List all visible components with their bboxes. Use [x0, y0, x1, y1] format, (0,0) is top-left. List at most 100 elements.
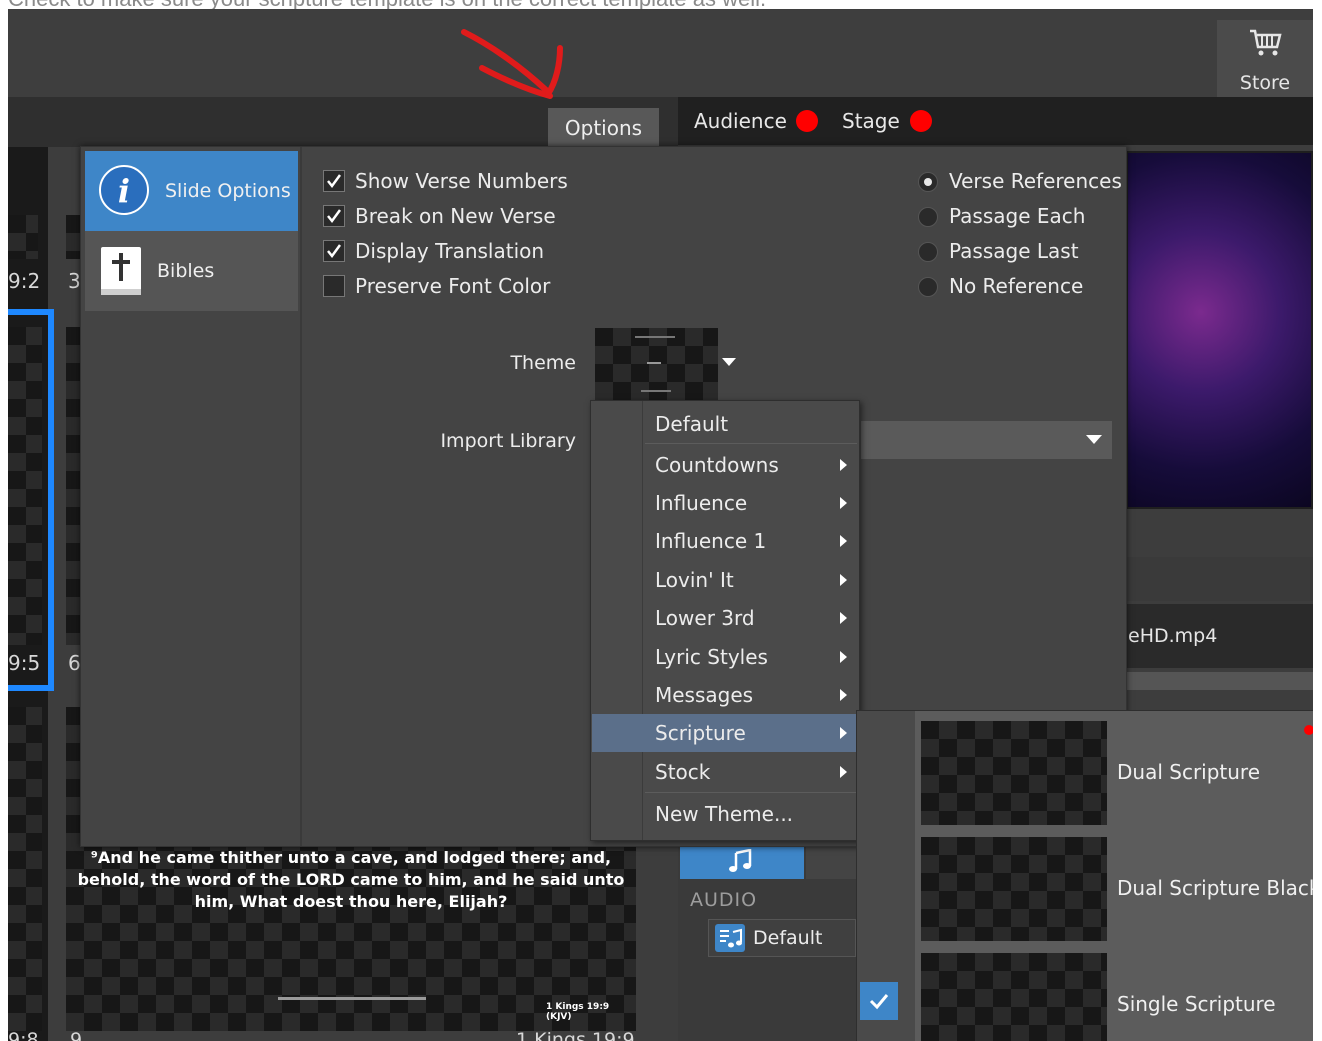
menu-item-countdowns[interactable]: Countdowns	[592, 446, 858, 484]
display-translation-label: Display Translation	[355, 239, 545, 263]
chevron-right-icon	[840, 459, 847, 471]
sidebar-item-slide-options[interactable]: i Slide Options	[85, 151, 298, 231]
playlist-icon	[715, 924, 745, 952]
tab-stage[interactable]: Stage	[842, 97, 900, 145]
menu-item-lovin-it[interactable]: Lovin' It	[592, 561, 858, 599]
submenu-item-label: Single Scripture	[1117, 992, 1276, 1016]
no-reference-label: No Reference	[949, 274, 1084, 298]
no-reference-radio[interactable]	[918, 277, 938, 297]
audio-section-title: AUDIO	[690, 889, 758, 911]
sidebar-item-label: Bibles	[157, 260, 215, 282]
chevron-down-icon	[1086, 435, 1102, 444]
theme-thumbnail	[921, 953, 1107, 1041]
submenu-item-dual-scripture-black[interactable]: Dual Scripture Black T	[915, 831, 1313, 945]
menu-item-influence-1[interactable]: Influence 1	[592, 522, 858, 560]
tab-audience[interactable]: Audience	[694, 97, 787, 145]
break-on-new-verse-checkbox[interactable]	[323, 205, 345, 227]
checkmark-icon	[327, 244, 342, 259]
video-preview-frame	[1126, 151, 1313, 509]
cart-icon	[1250, 29, 1282, 56]
theme-label: Theme	[510, 352, 576, 374]
chevron-right-icon	[840, 651, 847, 663]
svg-text:i: i	[118, 172, 130, 210]
sidebar-item-bibles[interactable]: Bibles	[85, 231, 298, 311]
audio-default-label: Default	[753, 927, 823, 949]
submenu-item-single-scripture[interactable]: Single Scripture	[915, 947, 1313, 1041]
preserve-font-color-checkbox[interactable]	[323, 275, 345, 297]
audio-panel: AUDIO Default	[678, 841, 856, 1041]
verse-references-label: Verse References	[949, 169, 1122, 193]
passage-each-radio[interactable]	[918, 207, 938, 227]
checkmark-icon	[869, 994, 889, 1010]
submenu-item-dual-scripture[interactable]: Dual Scripture	[915, 715, 1313, 829]
options-button[interactable]: Options	[548, 108, 659, 148]
theme-thumbnail	[921, 721, 1107, 825]
media-scrollbar[interactable]	[1126, 672, 1313, 690]
audience-live-dot	[796, 110, 818, 132]
chevron-right-icon	[840, 689, 847, 701]
passage-last-label: Passage Last	[949, 239, 1079, 263]
slide-number: 9:5	[8, 651, 41, 675]
music-note-icon	[729, 849, 752, 872]
slide-thumbnail[interactable]	[66, 327, 80, 645]
passage-each-label: Passage Each	[949, 204, 1086, 228]
slide-number: 3	[68, 269, 81, 293]
slide-thumbnail[interactable]	[8, 215, 38, 259]
menu-item-lyric-styles[interactable]: Lyric Styles	[592, 638, 858, 676]
slide-thumbnail[interactable]	[8, 327, 42, 645]
submenu-item-label: Dual Scripture	[1117, 760, 1261, 784]
chevron-down-icon[interactable]	[722, 358, 736, 366]
slide-reference: 1 Kings 19:9 (KJV)	[546, 1002, 610, 1022]
output-tabs: Audience Stage	[678, 97, 1313, 145]
store-label: Store	[1239, 72, 1291, 94]
slide-thumbnail[interactable]	[66, 215, 80, 259]
slide-number: 6	[68, 651, 81, 675]
theme-thumbnail	[921, 837, 1107, 941]
show-verse-numbers-label: Show Verse Numbers	[355, 169, 568, 193]
menu-item-messages[interactable]: Messages	[592, 676, 858, 714]
import-library-select[interactable]	[861, 421, 1112, 459]
theme-dropdown-menu: Default Countdowns Influence Influence 1…	[590, 400, 860, 841]
chevron-right-icon	[840, 612, 847, 624]
menu-item-default[interactable]: Default	[592, 405, 858, 443]
chevron-right-icon	[840, 766, 847, 778]
bible-icon	[101, 247, 141, 295]
scripture-theme-submenu: Dual Scripture Dual Scripture Black T Si…	[856, 710, 1313, 1041]
checkmark-icon	[327, 174, 342, 189]
media-header	[1126, 557, 1313, 601]
break-on-new-verse-label: Break on New Verse	[355, 204, 556, 228]
submenu-item-label: Dual Scripture Black T	[1117, 876, 1313, 900]
theme-thumbnail[interactable]	[595, 328, 718, 400]
import-library-label: Import Library	[440, 430, 576, 452]
menu-item-scripture[interactable]: Scripture	[592, 714, 858, 752]
screenshot: Check to make sure your scripture templa…	[0, 0, 1322, 1041]
verse-references-radio[interactable]	[918, 172, 938, 192]
selected-check-indicator	[860, 982, 898, 1020]
slide-number: 9:8	[8, 1029, 39, 1041]
propresenter-window: Store Audience Stage Options 9:2 3 9:5 6…	[8, 9, 1313, 1041]
options-sidebar: i Slide Options Bibles	[81, 147, 302, 846]
annotation-dot	[1304, 725, 1313, 735]
show-verse-numbers-checkbox[interactable]	[323, 170, 345, 192]
menu-item-lower-3rd[interactable]: Lower 3rd	[592, 599, 858, 637]
display-translation-checkbox[interactable]	[323, 240, 345, 262]
chevron-right-icon	[840, 497, 847, 509]
stage-live-dot	[910, 110, 932, 132]
slide-number: 9:2	[8, 269, 41, 293]
audio-tab-secondary[interactable]	[806, 843, 856, 879]
menu-item-influence[interactable]: Influence	[592, 484, 858, 522]
music-tab[interactable]	[680, 843, 804, 879]
sidebar-item-label: Slide Options	[165, 180, 291, 202]
info-icon: i	[99, 165, 149, 215]
media-file-row[interactable]: eHD.mp4	[1126, 604, 1313, 668]
menu-item-new-theme[interactable]: New Theme...	[592, 795, 858, 833]
passage-last-radio[interactable]	[918, 242, 938, 262]
slide-number: 9	[70, 1029, 83, 1041]
audio-default-playlist[interactable]: Default	[708, 919, 856, 957]
menu-item-stock[interactable]: Stock	[592, 753, 858, 791]
chevron-right-icon	[840, 727, 847, 739]
slide-thumbnail[interactable]	[8, 707, 42, 1031]
store-button[interactable]: Store	[1217, 20, 1313, 100]
annotation-arrow-icon	[461, 29, 563, 99]
checkmark-icon	[327, 209, 342, 224]
